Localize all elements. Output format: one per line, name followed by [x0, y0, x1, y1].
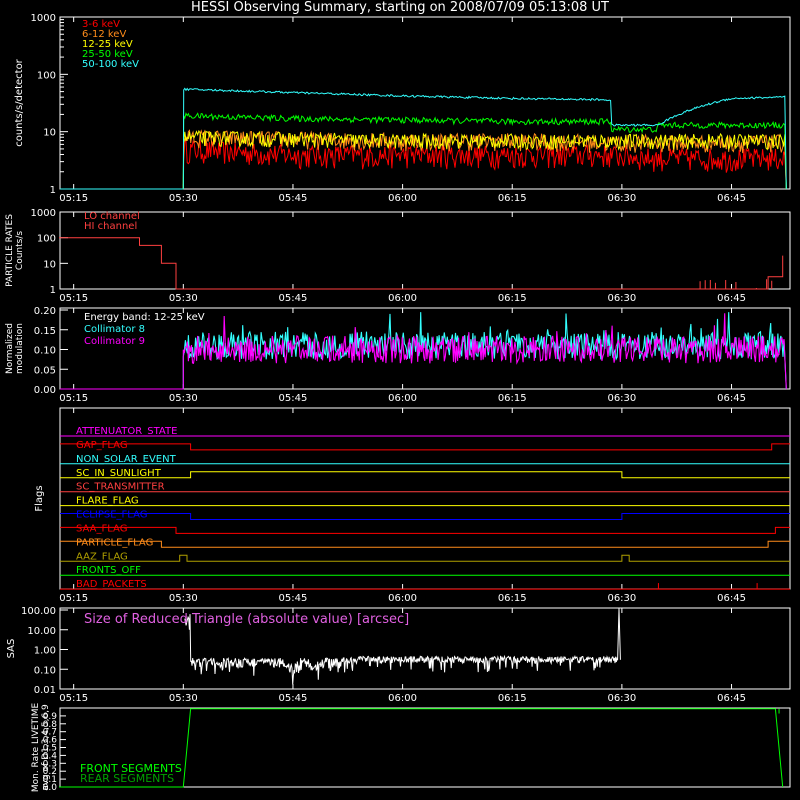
- x-tick-label: 06:15: [498, 593, 527, 604]
- x-tick-label: 05:45: [279, 293, 308, 304]
- x-tick-label: 05:45: [279, 693, 308, 704]
- flag-label: SC_TRANSMITTER: [76, 482, 165, 493]
- x-tick-label: 05:30: [169, 693, 198, 704]
- y-tick-label: 0.15: [34, 326, 56, 337]
- flag-line: [60, 526, 790, 534]
- x-tick-label: 06:30: [607, 193, 636, 204]
- x-tick-label: 06:00: [388, 193, 417, 204]
- y-tick-label: 1000: [31, 13, 56, 24]
- x-tick-label: 06:15: [498, 693, 527, 704]
- y-tick-label: 0.10: [34, 665, 56, 676]
- x-tick-label: 05:15: [59, 593, 88, 604]
- series-line: [59, 237, 784, 290]
- flag-line: [60, 513, 790, 520]
- x-tick-label: 06:15: [498, 293, 527, 304]
- x-tick-label: 06:45: [717, 193, 746, 204]
- flag-label: FLARE_FLAG: [76, 496, 139, 507]
- x-tick-label: 05:30: [169, 293, 198, 304]
- series-line: [182, 129, 787, 190]
- legend-entry: Collimator 8: [84, 324, 145, 335]
- x-tick-label: 06:30: [607, 293, 636, 304]
- x-tick-label: 05:30: [169, 193, 198, 204]
- livetime-panel: 0.00.10.20.30.40.50.60.70.80.9Mon. Rate …: [31, 703, 791, 793]
- y-tick-label: 0.05: [34, 365, 56, 376]
- y-axis-label: counts/s/detector: [14, 58, 25, 146]
- rates-panel: 1 10 100 1000 counts/s/detector 05:15 05:30 05:…: [14, 13, 791, 204]
- y-tick-label: 1000: [31, 208, 56, 219]
- flag-label: ECLIPSE_FLAG: [76, 510, 147, 521]
- x-tick-label: 06:45: [717, 293, 746, 304]
- legend-entry: 50-100 keV: [82, 59, 139, 70]
- y-tick-label: 10.00: [27, 626, 56, 637]
- sas-label: Size of Reduced Triangle (absolute value…: [84, 612, 409, 627]
- x-tick-label: 06:00: [388, 693, 417, 704]
- flag-label: FRONTS_OFF: [76, 565, 141, 576]
- x-tick-label: 06:45: [717, 693, 746, 704]
- y-axis-label: modulation: [15, 323, 25, 374]
- y-tick-label: 0.00: [34, 385, 56, 396]
- y-tick-label: 0.01: [34, 685, 56, 696]
- y-tick-label: 0.10: [34, 346, 56, 357]
- x-tick-label: 05:30: [169, 393, 198, 404]
- flag-line: [60, 554, 790, 562]
- y-tick-label: 1: [50, 285, 56, 296]
- y-axis-label: avg of D1,3,4,5,6,9: [41, 704, 51, 791]
- x-tick-label: 05:15: [59, 293, 88, 304]
- flags-panel: Flags 05:15 05:30 05:45 06:00 06:15 06:30 06:45…: [34, 407, 791, 604]
- x-tick-label: 06:45: [717, 593, 746, 604]
- x-tick-label: 05:45: [279, 393, 308, 404]
- flag-label: GAP_FLAG: [76, 440, 128, 451]
- panel-frame: [59, 211, 791, 290]
- modulation-panel: 0.00 0.05 0.10 0.15 0.20 Normalized modulation…: [5, 306, 791, 404]
- x-tick-label: 06:15: [498, 193, 527, 204]
- x-tick-label: 05:45: [279, 593, 308, 604]
- y-axis-label: Counts/s: [15, 231, 25, 270]
- y-tick-label: 100.00: [21, 606, 56, 617]
- legend-entry: Collimator 9: [84, 336, 145, 347]
- x-tick-label: 05:15: [59, 193, 88, 204]
- x-tick-label: 05:15: [59, 393, 88, 404]
- x-tick-label: 05:45: [279, 193, 308, 204]
- x-tick-label: 05:30: [169, 593, 198, 604]
- x-tick-label: 06:45: [717, 393, 746, 404]
- x-tick-label: 06:00: [388, 593, 417, 604]
- y-axis-label: PARTICLE RATES: [5, 214, 15, 287]
- y-tick-label: 100: [37, 234, 56, 245]
- y-tick-label: 10: [43, 128, 56, 139]
- panel-frame: [59, 16, 791, 190]
- legend-entry: Energy band: 12-25 keV: [84, 312, 205, 323]
- flag-line: [60, 471, 790, 479]
- y-axis-label: Mon. Rate LIVETIME: [31, 703, 41, 793]
- flag-line: [60, 443, 790, 451]
- flag-label: PARTICLE_FLAG: [76, 537, 153, 548]
- legend-entry: HI channel: [84, 221, 137, 232]
- summary-plot: 1 10 100 1000 counts/s/detector 05:15 05:30 05:…: [5, 13, 791, 793]
- flag-label: ATTENUATOR_STATE: [76, 426, 177, 437]
- flag-label: AAZ_FLAG: [76, 551, 128, 562]
- flag-label: SAA_FLAG: [76, 523, 127, 534]
- x-tick-label: 05:15: [59, 693, 88, 704]
- y-axis-label: Normalized: [5, 323, 15, 374]
- y-tick-label: 0.20: [34, 306, 56, 317]
- y-tick-label: 1: [50, 185, 56, 196]
- y-tick-label: 100: [37, 70, 56, 81]
- x-tick-label: 06:30: [607, 593, 636, 604]
- flag-label: BAD_PACKETS: [76, 579, 147, 590]
- x-tick-label: 06:00: [388, 393, 417, 404]
- x-tick-label: 06:15: [498, 393, 527, 404]
- y-axis-label: SAS: [6, 639, 17, 659]
- y-tick-label: 10: [43, 259, 56, 270]
- flag-line: [60, 540, 790, 548]
- x-tick-label: 06:30: [607, 693, 636, 704]
- x-tick-label: 06:30: [607, 393, 636, 404]
- flag-label: NON_SOLAR_EVENT: [76, 454, 177, 465]
- y-axis-label: Flags: [34, 485, 45, 511]
- y-tick-label: 1.00: [34, 646, 56, 657]
- sas-panel: 0.01 0.10 1.00 10.00 100.00 SAS 05:15 05:30 05:4…: [6, 606, 791, 704]
- flag-label: SC_IN_SUNLIGHT: [76, 468, 162, 479]
- legend-entry: REAR SEGMENTS: [80, 772, 174, 785]
- particle-panel: 1 10 100 1000 PARTICLE RATES Counts/s 05:15 05:…: [5, 208, 791, 304]
- x-tick-label: 06:00: [388, 293, 417, 304]
